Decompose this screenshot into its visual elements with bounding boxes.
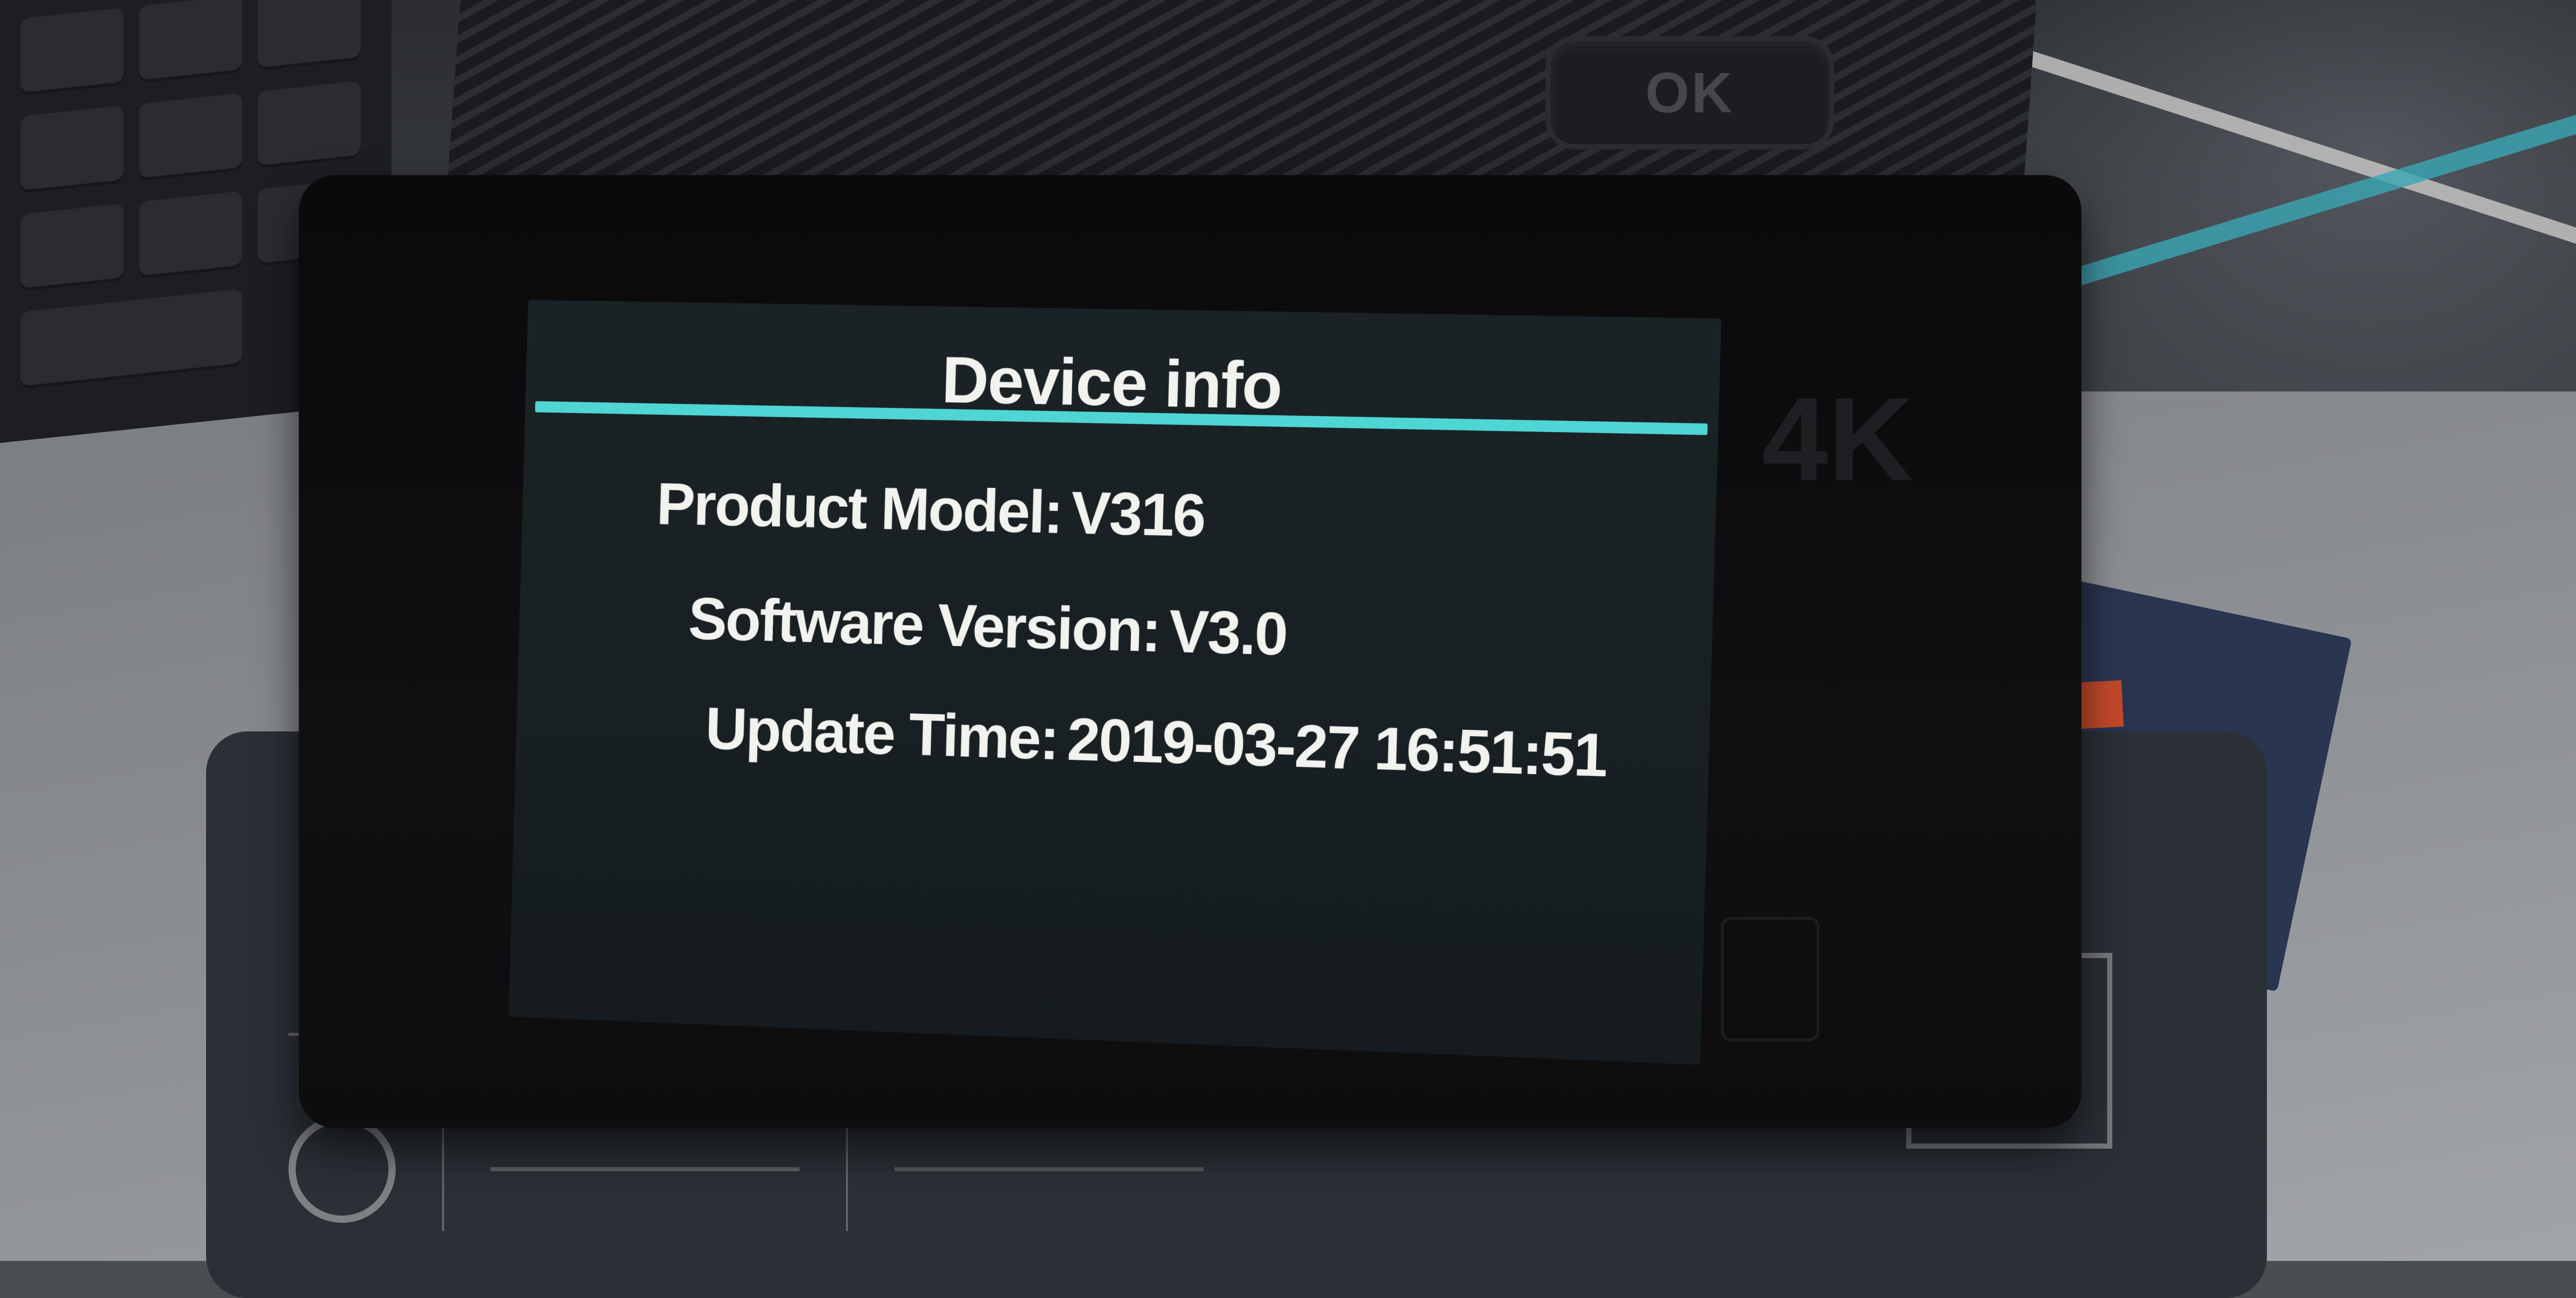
camera-brand-mark: 4K	[1762, 371, 1913, 507]
ok-button[interactable]: OK	[1551, 41, 1829, 144]
info-value: V3.0	[1168, 597, 1287, 668]
keyboard-key	[139, 0, 242, 83]
camera-side-port	[1721, 917, 1820, 1041]
info-row-software-version: Software Version: V3.0	[687, 585, 1287, 669]
device-info-screen: Device info Product Model: V316 Software …	[509, 300, 1721, 1065]
ok-button-label: OK	[1646, 60, 1735, 126]
info-label: Update Time:	[704, 695, 1059, 773]
info-value: 2019-03-27 16:51:51	[1066, 706, 1607, 790]
power-logo-icon	[289, 1116, 396, 1223]
keyboard-key	[21, 203, 124, 292]
speed-logo-mark	[894, 1167, 1204, 1171]
info-label: Product Model:	[656, 470, 1063, 546]
keyboard-key	[21, 106, 124, 194]
keyboard-key	[21, 289, 242, 389]
info-row-product-model: Product Model: V316	[656, 469, 1206, 550]
info-value: V316	[1070, 480, 1205, 550]
keyboard-key	[139, 93, 242, 181]
keyboard-key	[139, 191, 242, 279]
info-row-update-time: Update Time: 2019-03-27 16:51:51	[704, 694, 1607, 791]
screen-logo-mark	[490, 1167, 800, 1171]
keyboard-key	[21, 8, 124, 96]
info-label: Software Version:	[687, 586, 1161, 664]
keyboard-key	[258, 0, 361, 71]
keyboard-key	[258, 80, 361, 168]
